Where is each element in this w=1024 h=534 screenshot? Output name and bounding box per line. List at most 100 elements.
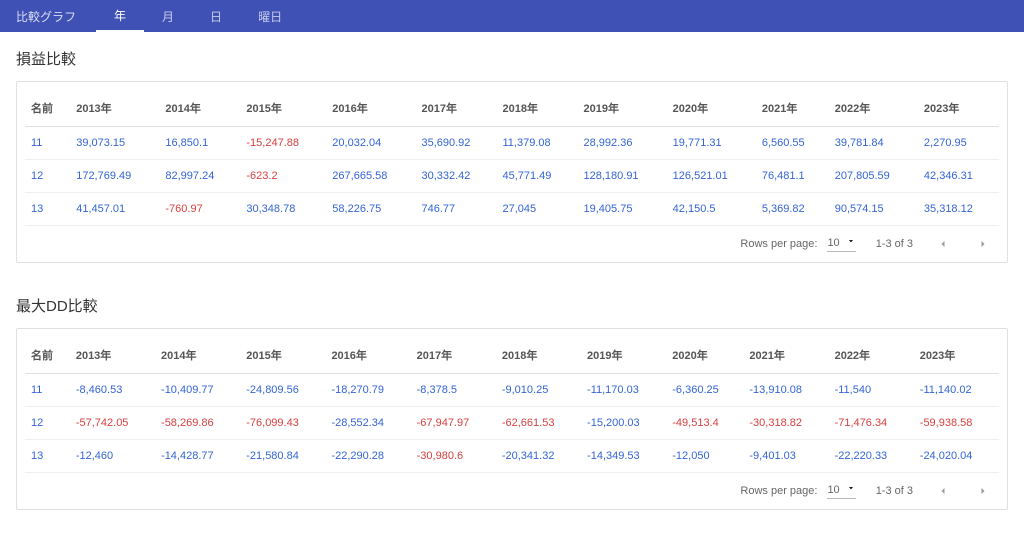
data-cell: -21,580.84 <box>240 440 325 473</box>
data-cell: -24,020.04 <box>914 440 999 473</box>
row-name[interactable]: 11 <box>25 374 70 407</box>
page-range: 1-3 of 3 <box>876 485 913 497</box>
data-cell: -11,170.03 <box>581 374 666 407</box>
row-name[interactable]: 13 <box>25 193 70 226</box>
section-0: 損益比較名前2013年2014年2015年2016年2017年2018年2019… <box>0 32 1024 279</box>
caret-down-icon <box>840 236 856 249</box>
data-cell: 2,270.95 <box>918 127 999 160</box>
data-cell: -8,460.53 <box>70 374 155 407</box>
data-cell: -18,270.79 <box>325 374 410 407</box>
rows-per-page-select[interactable]: 10 <box>827 483 855 499</box>
data-cell: -22,290.28 <box>325 440 410 473</box>
pagination: Rows per page:101-3 of 3 <box>25 226 999 262</box>
col-year: 2015年 <box>240 90 326 127</box>
data-cell: -58,269.86 <box>155 407 240 440</box>
tab-1[interactable]: 月 <box>144 0 192 32</box>
next-page-button[interactable] <box>973 234 993 254</box>
col-year: 2016年 <box>325 337 410 374</box>
data-cell: 746.77 <box>415 193 496 226</box>
caret-down-icon <box>840 483 856 496</box>
table-row: 13-12,460-14,428.77-21,580.84-22,290.28-… <box>25 440 999 473</box>
app-title: 比較グラフ <box>16 8 76 25</box>
data-cell: -760.97 <box>159 193 240 226</box>
data-cell: 20,032.04 <box>326 127 415 160</box>
data-cell: 30,332.42 <box>415 160 496 193</box>
data-cell: 16,850.1 <box>159 127 240 160</box>
data-cell: 45,771.49 <box>496 160 577 193</box>
col-year: 2014年 <box>159 90 240 127</box>
prev-page-button[interactable] <box>933 234 953 254</box>
data-cell: -28,552.34 <box>325 407 410 440</box>
data-cell: 30,348.78 <box>240 193 326 226</box>
rows-per-page-select[interactable]: 10 <box>827 236 855 252</box>
data-cell: 5,369.82 <box>756 193 829 226</box>
col-year: 2017年 <box>411 337 496 374</box>
data-cell: -20,341.32 <box>496 440 581 473</box>
table-row: 11-8,460.53-10,409.77-24,809.56-18,270.7… <box>25 374 999 407</box>
chevron-right-icon <box>977 238 989 250</box>
col-year: 2018年 <box>496 337 581 374</box>
col-year: 2018年 <box>496 90 577 127</box>
col-year: 2013年 <box>70 90 159 127</box>
tab-2[interactable]: 日 <box>192 0 240 32</box>
tabs: 年月日曜日 <box>96 0 300 32</box>
pagination: Rows per page: 10 1-3 of 3 <box>25 473 999 509</box>
data-table: 名前2013年2014年2015年2016年2017年2018年2019年 202… <box>25 90 999 226</box>
data-cell: -62,661.53 <box>496 407 581 440</box>
data-cell: -14,349.53 <box>581 440 666 473</box>
data-cell: 39,781.84 <box>829 127 918 160</box>
col-year: 2022年 <box>829 337 914 374</box>
data-cell: 42,150.5 <box>667 193 756 226</box>
rows-per-page-value: 10 <box>827 484 839 496</box>
data-cell: 207,805.59 <box>829 160 918 193</box>
data-cell: -30,318.82 <box>743 407 828 440</box>
col-year: 2021年 <box>756 90 829 127</box>
rows-per-page-value: 10 <box>827 237 839 249</box>
col-year: 2016年 <box>326 90 415 127</box>
row-name[interactable]: 13 <box>25 440 70 473</box>
prev-page-button[interactable] <box>933 481 953 501</box>
data-cell: -76,099.43 <box>240 407 325 440</box>
page-range: 1-3 of 3 <box>876 238 913 250</box>
data-cell: 6,560.55 <box>756 127 829 160</box>
data-cell: -6,360.25 <box>666 374 743 407</box>
data-cell: 42,346.31 <box>918 160 999 193</box>
data-cell: 19,771.31 <box>667 127 756 160</box>
table-card: 名前2013年2014年2015年2016年2017年2018年2019年202… <box>16 328 1008 510</box>
data-cell: 267,665.58 <box>326 160 415 193</box>
data-cell: -9,010.25 <box>496 374 581 407</box>
data-cell: -12,460 <box>70 440 155 473</box>
data-cell: 90,574.15 <box>829 193 918 226</box>
data-cell: -15,200.03 <box>581 407 666 440</box>
data-cell: -15,247.88 <box>240 127 326 160</box>
col-year: 2017年 <box>415 90 496 127</box>
row-name[interactable]: 11 <box>25 127 70 160</box>
section-title: 最大DD比較 <box>16 295 1008 316</box>
table-row: 12172,769.4982,997.24-623.2267,665.5830,… <box>25 160 999 193</box>
tab-0[interactable]: 年 <box>96 0 144 32</box>
col-year: 2015年 <box>240 337 325 374</box>
next-page-button[interactable] <box>973 481 993 501</box>
data-cell: -11,140.02 <box>914 374 999 407</box>
data-cell: 82,997.24 <box>159 160 240 193</box>
section-1: 最大DD比較名前2013年2014年2015年2016年2017年2018年20… <box>0 279 1024 526</box>
data-cell: -22,220.33 <box>829 440 914 473</box>
data-cell: 76,481.1 <box>756 160 829 193</box>
data-cell: -71,476.34 <box>829 407 914 440</box>
data-cell: 27,045 <box>496 193 577 226</box>
data-cell: 58,226.75 <box>326 193 415 226</box>
tab-3[interactable]: 曜日 <box>240 0 300 32</box>
col-year: 2019年 <box>578 90 667 127</box>
col-year: 2013年 <box>70 337 155 374</box>
col-year: 2014年 <box>155 337 240 374</box>
data-cell: -49,513.4 <box>666 407 743 440</box>
row-name[interactable]: 12 <box>25 407 70 440</box>
row-name[interactable]: 12 <box>25 160 70 193</box>
col-name: 名前 <box>25 90 70 127</box>
table-row: 1139,073.1516,850.1-15,247.8820,032.0435… <box>25 127 999 160</box>
col-name: 名前 <box>25 337 70 374</box>
data-table: 名前2013年2014年2015年2016年2017年2018年2019年202… <box>25 337 999 473</box>
chevron-right-icon <box>977 485 989 497</box>
rows-per-page-label: Rows per page: <box>740 485 817 497</box>
data-cell: 172,769.49 <box>70 160 159 193</box>
